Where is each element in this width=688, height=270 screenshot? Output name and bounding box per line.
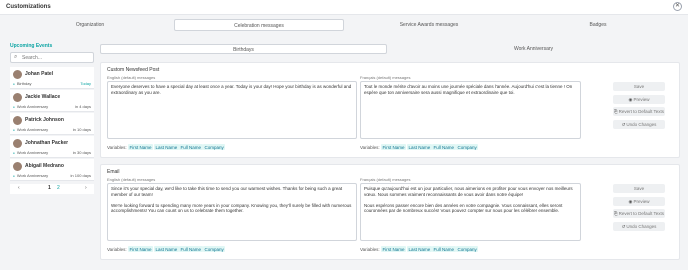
event-type: Birthday <box>13 81 32 86</box>
undo-button[interactable]: ↺Undo Changes <box>613 222 665 231</box>
close-icon[interactable]: ✕ <box>673 2 682 11</box>
english-label: English (default) messages <box>107 177 156 182</box>
chip-first-name[interactable]: First Name <box>381 246 407 252</box>
undo-label: Undo Changes <box>626 122 657 127</box>
tab-badges[interactable]: Badges <box>514 19 682 31</box>
event-type: Work Anniversary <box>13 150 48 155</box>
chip-first-name[interactable]: First Name <box>128 144 154 150</box>
revert-icon: ⎘ <box>613 211 618 216</box>
event-when: in 10 days <box>72 127 91 132</box>
revert-label: Revert to Default Texts <box>618 211 665 216</box>
avatar <box>13 116 22 125</box>
preview-button[interactable]: ◉Preview <box>613 95 665 104</box>
eye-icon: ◉ <box>628 97 633 102</box>
person-name: Patrick Johnson <box>25 117 64 123</box>
variables-label: Variables: <box>360 145 380 150</box>
newsfeed-post-card: Custom Newsfeed Post English (default) m… <box>100 62 680 158</box>
card-title: Custom Newsfeed Post <box>107 67 160 73</box>
eye-icon: ◉ <box>628 199 633 204</box>
list-item[interactable]: Jackie Wallace Work Anniversary in 4 day… <box>10 90 94 112</box>
event-type: Work Anniversary <box>13 104 48 109</box>
email-card: Email English (default) messages Françai… <box>100 164 680 260</box>
event-type: Work Anniversary <box>13 127 48 132</box>
list-item[interactable]: Johan Patel Birthday Today <box>10 67 94 89</box>
search-icon: ⌕ <box>14 54 18 60</box>
chip-first-name[interactable]: First Name <box>128 246 154 252</box>
chip-full-name[interactable]: Full Name <box>432 144 456 150</box>
upcoming-events-panel: Upcoming Events ⌕ Johan Patel Birthday T… <box>8 40 96 198</box>
top-bar: Customizations ✕ <box>0 0 688 15</box>
chip-company[interactable]: Company <box>456 246 479 252</box>
chevron-left-icon[interactable]: ‹ <box>18 185 20 191</box>
event-type: Work Anniversary <box>13 173 48 178</box>
revert-icon: ⎘ <box>613 109 618 114</box>
variables-label: Variables: <box>360 247 380 252</box>
page-1-button[interactable]: 1 <box>48 185 51 191</box>
variables-label: Variables: <box>107 145 127 150</box>
english-message-textarea[interactable]: Since it's your special day, we'd like t… <box>107 183 357 241</box>
chip-last-name[interactable]: Last Name <box>407 246 432 252</box>
undo-icon: ↺ <box>621 122 626 127</box>
person-name: Abigail Medrano <box>25 163 64 169</box>
list-item[interactable]: Johnathan Packer Work Anniversary in 30 … <box>10 136 94 158</box>
chip-full-name[interactable]: Full Name <box>179 144 203 150</box>
person-name: Johnathan Packer <box>25 140 69 146</box>
tab-birthdays[interactable]: Birthdays <box>100 44 387 54</box>
event-when: in 100 days <box>70 173 91 178</box>
tab-organization[interactable]: Organization <box>6 19 174 31</box>
undo-button[interactable]: ↺Undo Changes <box>613 120 665 129</box>
card-title: Email <box>107 169 120 175</box>
save-button[interactable]: Save <box>613 184 665 193</box>
french-message-textarea[interactable]: Puisque qu'aujourd'hui est un jour parti… <box>360 183 581 241</box>
upcoming-events-title: Upcoming Events <box>10 43 53 49</box>
french-label: Français (default) messages <box>360 177 411 182</box>
chip-company[interactable]: Company <box>456 144 479 150</box>
list-item[interactable]: Abigail Medrano Work Anniversary in 100 … <box>10 159 94 181</box>
search-box[interactable]: ⌕ <box>10 52 94 63</box>
french-message-textarea[interactable]: Tout le monde mérite d'avoir au moins un… <box>360 81 581 139</box>
event-when: in 30 days <box>72 150 91 155</box>
avatar <box>13 93 22 102</box>
variables-label: Variables: <box>107 247 127 252</box>
chevron-right-icon[interactable]: › <box>85 185 87 191</box>
tab-work-anniversary[interactable]: Work Anniversary <box>387 44 680 54</box>
undo-label: Undo Changes <box>626 224 657 229</box>
preview-button[interactable]: ◉Preview <box>613 197 665 206</box>
chip-first-name[interactable]: First Name <box>381 144 407 150</box>
chip-company[interactable]: Company <box>203 144 226 150</box>
page-title: Customizations <box>6 4 51 10</box>
chip-last-name[interactable]: Last Name <box>407 144 432 150</box>
revert-button[interactable]: ⎘Revert to Default Texts <box>613 107 665 116</box>
french-label: Français (default) messages <box>360 75 411 80</box>
chip-last-name[interactable]: Last Name <box>154 246 179 252</box>
search-input[interactable] <box>22 54 92 62</box>
list-item[interactable]: Patrick Johnson Work Anniversary in 10 d… <box>10 113 94 135</box>
pagination: ‹ 1 2 › <box>10 184 94 194</box>
chip-company[interactable]: Company <box>203 246 226 252</box>
english-message-textarea[interactable]: Everyone deserves to have a special day … <box>107 81 357 139</box>
event-when: Today <box>80 81 91 86</box>
english-label: English (default) messages <box>107 75 156 80</box>
preview-label: Preview <box>633 97 650 102</box>
chip-last-name[interactable]: Last Name <box>154 144 179 150</box>
main-tabs: Organization Celebration messages Servic… <box>6 18 682 32</box>
undo-icon: ↺ <box>621 224 626 229</box>
chip-full-name[interactable]: Full Name <box>432 246 456 252</box>
tab-celebration-messages[interactable]: Celebration messages <box>174 19 344 31</box>
preview-label: Preview <box>633 199 650 204</box>
tab-service-awards[interactable]: Service Awards messages <box>344 19 514 31</box>
revert-button[interactable]: ⎘Revert to Default Texts <box>613 209 665 218</box>
person-name: Jackie Wallace <box>25 94 61 100</box>
avatar <box>13 162 22 171</box>
revert-label: Revert to Default Texts <box>618 109 665 114</box>
event-when: in 4 days <box>74 104 91 109</box>
chip-full-name[interactable]: Full Name <box>179 246 203 252</box>
save-button[interactable]: Save <box>613 82 665 91</box>
avatar <box>13 70 22 79</box>
person-name: Johan Patel <box>25 71 54 77</box>
page-2-button[interactable]: 2 <box>57 185 60 191</box>
sub-tabs: Birthdays Work Anniversary <box>100 44 680 54</box>
avatar <box>13 139 22 148</box>
